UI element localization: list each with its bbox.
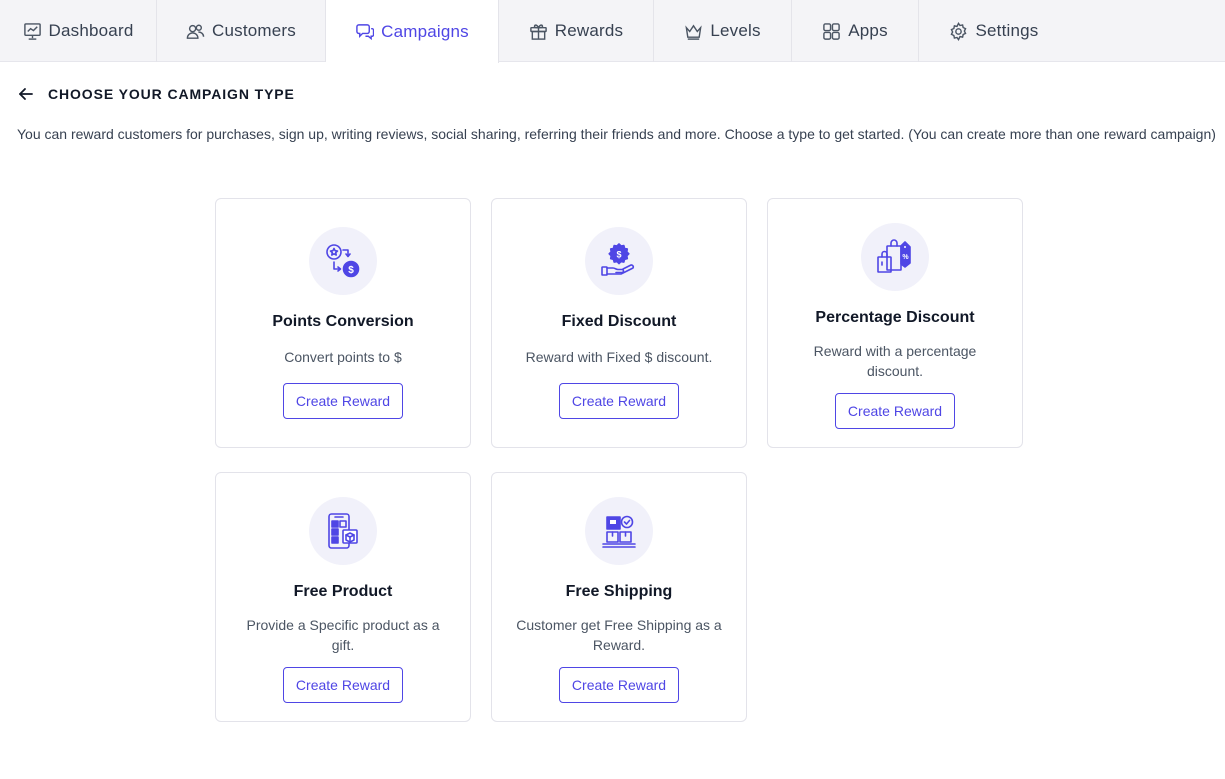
free-shipping-icon	[602, 515, 636, 548]
card-description: Provide a Specific product as a gift.	[246, 617, 440, 653]
free-product-icon	[328, 513, 358, 549]
gift-icon	[529, 23, 547, 40]
top-nav: Dashboard Customers Campaigns Rewards Le…	[0, 0, 1225, 63]
tab-label: Customers	[212, 21, 296, 40]
icon-circle	[585, 497, 653, 565]
tab-label: Apps	[848, 21, 888, 40]
svg-text:$: $	[348, 265, 354, 276]
card-description: Reward with a percentage discount.	[813, 343, 977, 379]
card-title: Free Shipping	[565, 583, 673, 600]
page-description: You can reward customers for purchases, …	[17, 126, 1216, 142]
card-title: Free Product	[293, 583, 393, 600]
create-reward-button[interactable]: Create Reward	[559, 667, 679, 703]
tab-settings[interactable]: Settings	[919, 0, 1069, 62]
campaign-card-free-shipping: Free Shipping Customer get Free Shipping…	[491, 472, 747, 722]
campaign-card-free-product: Free Product Provide a Specific product …	[215, 472, 471, 722]
apps-grid-icon	[823, 22, 841, 40]
card-title: Fixed Discount	[561, 313, 677, 330]
tab-label: Campaigns	[381, 21, 469, 41]
icon-circle: $	[309, 227, 377, 295]
tab-rewards[interactable]: Rewards	[499, 0, 654, 62]
crown-icon	[685, 24, 703, 40]
dashboard-icon	[23, 22, 41, 40]
svg-text:%: %	[902, 254, 909, 261]
icon-circle: %	[861, 223, 929, 291]
tab-apps[interactable]: Apps	[792, 0, 919, 62]
card-description: Convert points to $	[284, 349, 402, 365]
card-description: Reward with Fixed $ discount.	[525, 349, 713, 365]
percentage-discount-icon: %	[877, 239, 911, 273]
create-reward-button[interactable]: Create Reward	[835, 393, 955, 429]
back-arrow-icon[interactable]	[18, 86, 34, 102]
tab-label: Levels	[710, 21, 761, 40]
customers-icon	[186, 24, 205, 39]
points-conversion-icon: $	[326, 244, 360, 278]
fixed-discount-icon: $	[601, 243, 635, 276]
create-reward-button[interactable]: Create Reward	[559, 383, 679, 419]
tab-campaigns[interactable]: Campaigns	[326, 0, 499, 63]
campaign-card-percentage-discount: % Percentage Discount Reward with a perc…	[767, 198, 1023, 448]
icon-circle	[309, 497, 377, 565]
svg-text:$: $	[616, 250, 621, 260]
tab-label: Rewards	[554, 21, 624, 40]
tab-label: Dashboard	[48, 21, 134, 40]
tab-label: Settings	[975, 21, 1039, 40]
campaigns-icon	[356, 24, 375, 41]
card-title: Points Conversion	[272, 313, 414, 330]
page-title: CHOOSE YOUR CAMPAIGN TYPE	[48, 86, 295, 102]
tab-levels[interactable]: Levels	[654, 0, 792, 62]
card-title: Percentage Discount	[815, 309, 975, 326]
card-description: Customer get Free Shipping as a Reward.	[516, 617, 722, 653]
campaign-card-points-conversion: $ Points Conversion Convert points to $ …	[215, 198, 471, 448]
icon-circle: $	[585, 227, 653, 295]
create-reward-button[interactable]: Create Reward	[283, 383, 403, 419]
campaign-card-fixed-discount: $ Fixed Discount Reward with Fixed $ dis…	[491, 198, 747, 448]
tab-customers[interactable]: Customers	[157, 0, 326, 62]
page-header: CHOOSE YOUR CAMPAIGN TYPE	[18, 86, 295, 102]
tab-dashboard[interactable]: Dashboard	[0, 0, 157, 62]
gear-icon	[951, 21, 967, 41]
create-reward-button[interactable]: Create Reward	[283, 667, 403, 703]
